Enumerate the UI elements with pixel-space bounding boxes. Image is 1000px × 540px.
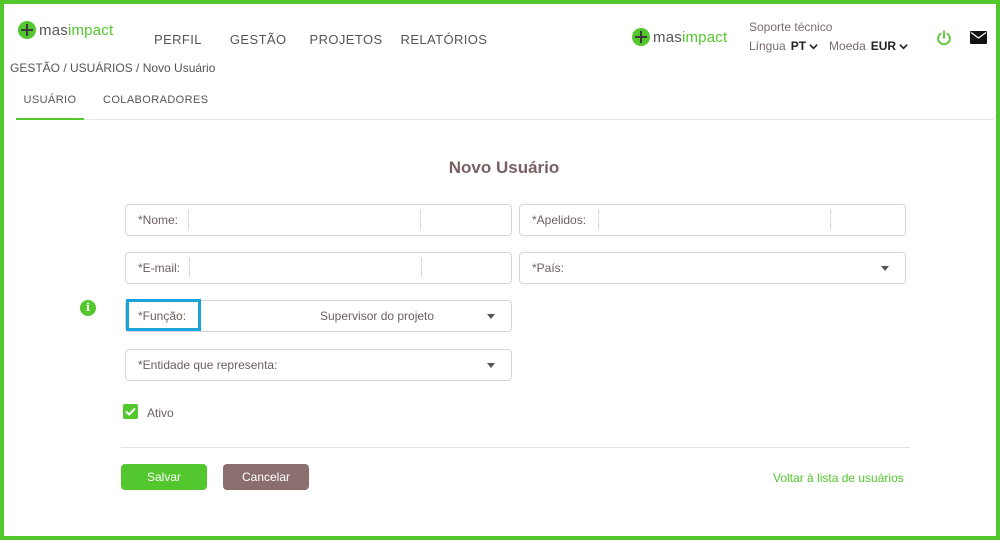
field-divider bbox=[830, 211, 831, 229]
mail-icon[interactable] bbox=[970, 31, 987, 44]
chevron-down-icon[interactable] bbox=[809, 42, 818, 51]
save-button[interactable]: Salvar bbox=[121, 464, 207, 490]
main-nav: PERFIL GESTÃO PROJETOS RELATÓRIOS bbox=[154, 32, 505, 47]
info-icon[interactable]: i bbox=[80, 300, 96, 316]
pais-label: *País: bbox=[532, 261, 565, 275]
email-field[interactable]: *E-mail: bbox=[125, 252, 512, 284]
logo-plus-icon bbox=[18, 21, 36, 39]
entidade-label: *Entidade que representa: bbox=[138, 358, 278, 372]
apelidos-field[interactable]: *Apelidos: bbox=[519, 204, 906, 236]
pais-select[interactable]: *País: bbox=[519, 252, 906, 284]
dropdown-caret-icon bbox=[487, 314, 495, 319]
nav-item-perfil[interactable]: PERFIL bbox=[154, 32, 202, 47]
nome-label: *Nome: bbox=[138, 213, 179, 227]
back-to-users-link[interactable]: Voltar à lista de usuários bbox=[773, 471, 904, 485]
email-label: *E-mail: bbox=[138, 261, 181, 275]
currency-select[interactable]: EUR bbox=[871, 39, 896, 53]
nav-item-gestao[interactable]: GESTÃO bbox=[230, 32, 287, 47]
tab-colaboradores[interactable]: COLABORADORES bbox=[103, 94, 208, 120]
nome-field[interactable]: *Nome: bbox=[125, 204, 512, 236]
form-divider bbox=[121, 447, 910, 448]
brand-logo-secondary: masimpact bbox=[632, 28, 727, 46]
language-select[interactable]: PT bbox=[791, 39, 806, 53]
chevron-down-icon[interactable] bbox=[899, 42, 908, 51]
support-link[interactable]: Soporte técnico bbox=[749, 20, 832, 34]
checkmark-icon bbox=[125, 407, 136, 416]
cancel-button[interactable]: Cancelar bbox=[223, 464, 309, 490]
dropdown-caret-icon bbox=[487, 363, 495, 368]
field-divider bbox=[421, 259, 422, 277]
apelidos-label: *Apelidos: bbox=[532, 213, 587, 227]
nav-item-projetos[interactable]: PROJETOS bbox=[310, 32, 383, 47]
logo-text: masimpact bbox=[39, 21, 114, 39]
power-icon[interactable] bbox=[935, 29, 953, 47]
dropdown-caret-icon bbox=[881, 266, 889, 271]
funcao-highlight-box bbox=[126, 299, 201, 331]
currency-label: Moeda bbox=[829, 39, 866, 53]
nav-item-relatorios[interactable]: RELATÓRIOS bbox=[401, 32, 488, 47]
tab-bar: USUÁRIO COLABORADORES bbox=[16, 94, 994, 120]
ativo-label: Ativo bbox=[147, 406, 174, 420]
entidade-select[interactable]: *Entidade que representa: bbox=[125, 349, 512, 381]
tab-usuario[interactable]: USUÁRIO bbox=[16, 94, 84, 120]
page-title: Novo Usuário bbox=[448, 158, 560, 177]
logo-plus-icon bbox=[632, 28, 650, 46]
funcao-value: Supervisor do projeto bbox=[320, 309, 435, 323]
app-frame: masimpact PERFIL GESTÃO PROJETOS RELATÓR… bbox=[0, 0, 1000, 540]
logo-text: masimpact bbox=[653, 28, 728, 46]
field-divider bbox=[188, 211, 189, 229]
breadcrumb: GESTÃO / USUÁRIOS / Novo Usuário bbox=[10, 61, 216, 75]
language-label: Língua bbox=[749, 39, 786, 53]
field-divider bbox=[189, 259, 190, 277]
preferences: Língua PT Moeda EUR bbox=[749, 39, 919, 53]
field-divider bbox=[420, 211, 421, 229]
field-divider bbox=[598, 211, 599, 229]
brand-logo[interactable]: masimpact bbox=[18, 21, 113, 39]
ativo-checkbox[interactable] bbox=[123, 404, 138, 419]
